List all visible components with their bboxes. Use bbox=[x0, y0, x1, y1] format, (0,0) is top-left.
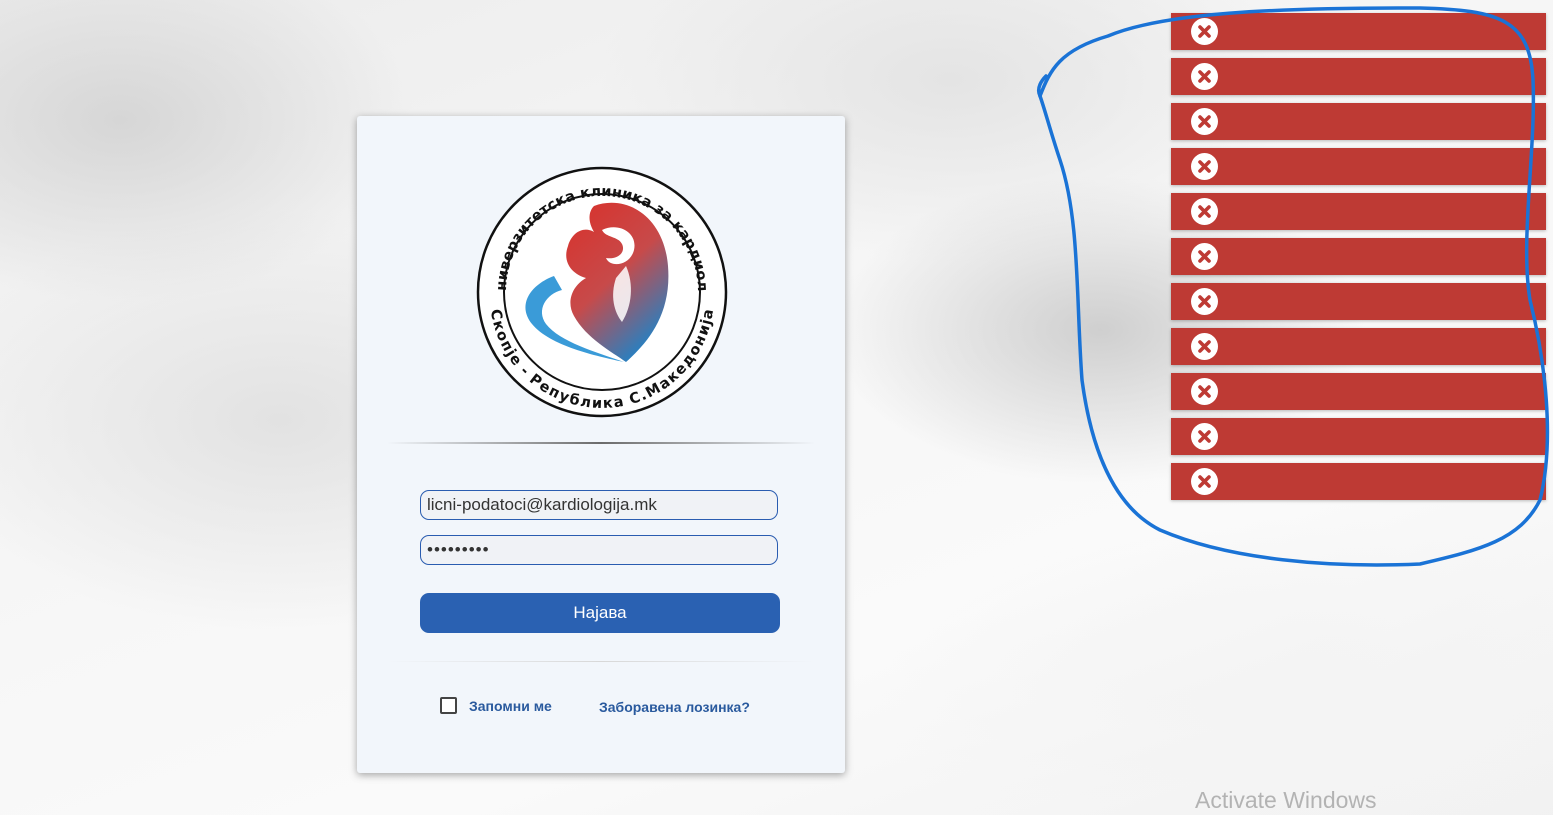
close-circle-icon[interactable] bbox=[1191, 63, 1218, 90]
error-notification[interactable] bbox=[1171, 58, 1546, 95]
close-circle-icon[interactable] bbox=[1191, 198, 1218, 225]
error-notification[interactable] bbox=[1171, 193, 1546, 230]
password-field[interactable] bbox=[420, 535, 778, 565]
login-button[interactable]: Најава bbox=[420, 593, 780, 633]
close-circle-icon[interactable] bbox=[1191, 108, 1218, 135]
error-notification[interactable] bbox=[1171, 148, 1546, 185]
close-circle-icon[interactable] bbox=[1191, 333, 1218, 360]
error-notification[interactable] bbox=[1171, 463, 1546, 500]
error-notification[interactable] bbox=[1171, 418, 1546, 455]
clinic-logo: ЈЗУ Универзитетска клиника за кардиологи… bbox=[476, 166, 728, 418]
close-circle-icon[interactable] bbox=[1191, 243, 1218, 270]
activate-windows-watermark: Activate Windows bbox=[1195, 787, 1377, 813]
forgot-password-link[interactable]: Заборавена лозинка? bbox=[599, 699, 750, 715]
remember-me[interactable]: Запомни ме bbox=[440, 697, 552, 714]
divider-top bbox=[387, 442, 815, 444]
error-notification[interactable] bbox=[1171, 283, 1546, 320]
divider-bottom bbox=[387, 661, 815, 662]
remember-me-checkbox[interactable] bbox=[440, 697, 457, 714]
close-circle-icon[interactable] bbox=[1191, 423, 1218, 450]
login-card: ЈЗУ Универзитетска клиника за кардиологи… bbox=[357, 116, 845, 773]
remember-me-label[interactable]: Запомни ме bbox=[469, 698, 552, 714]
close-circle-icon[interactable] bbox=[1191, 468, 1218, 495]
close-circle-icon[interactable] bbox=[1191, 153, 1218, 180]
error-notification[interactable] bbox=[1171, 373, 1546, 410]
email-field[interactable] bbox=[420, 490, 778, 520]
error-notification[interactable] bbox=[1171, 238, 1546, 275]
error-notification[interactable] bbox=[1171, 13, 1546, 50]
error-notification[interactable] bbox=[1171, 328, 1546, 365]
close-circle-icon[interactable] bbox=[1191, 18, 1218, 45]
close-circle-icon[interactable] bbox=[1191, 288, 1218, 315]
close-circle-icon[interactable] bbox=[1191, 378, 1218, 405]
error-notification[interactable] bbox=[1171, 103, 1546, 140]
